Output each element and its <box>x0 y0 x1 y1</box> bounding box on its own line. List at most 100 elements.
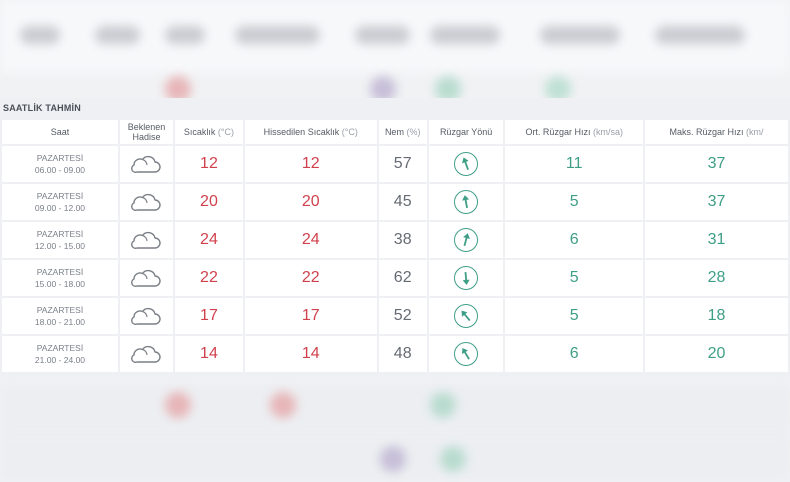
day-label: PAZARTESİ <box>36 153 84 163</box>
blurred-item <box>355 26 410 44</box>
weather-cell <box>119 222 173 258</box>
avg-wind-speed-value: 11 <box>505 146 643 182</box>
max-wind-speed-value: 31 <box>644 222 788 258</box>
blurred-item <box>655 26 745 44</box>
header-hissedilen-unit: (°C) <box>341 127 358 137</box>
feels-like-value: 22 <box>244 260 377 296</box>
header-sicaklik-unit: (°C) <box>217 127 235 137</box>
temperature-value: 12 <box>175 146 243 182</box>
wind-direction-cell <box>428 260 504 296</box>
header-hadise-line1: Beklenen <box>127 122 166 132</box>
cloud-icon <box>120 154 173 174</box>
weather-cell <box>119 336 173 372</box>
max-wind-speed-value: 28 <box>644 260 788 296</box>
header-saat: Saat <box>2 120 118 144</box>
feels-like-value: 24 <box>244 222 377 258</box>
weather-cell <box>119 184 173 220</box>
humidity-value: 52 <box>378 298 427 334</box>
time-range-label: 18.00 - 21.00 <box>34 317 86 327</box>
time-range-label: 06.00 - 09.00 <box>34 165 86 175</box>
wind-direction-cell <box>428 222 504 258</box>
weather-cell <box>119 146 173 182</box>
table-row: PAZARTESİ 21.00 - 24.00 14 14 48 6 20 <box>2 336 788 372</box>
header-nem-unit: (%) <box>406 127 421 137</box>
day-label: PAZARTESİ <box>36 191 84 201</box>
humidity-value: 48 <box>378 336 427 372</box>
time-range-label: 21.00 - 24.00 <box>34 355 86 365</box>
feels-like-value: 12 <box>244 146 377 182</box>
time-cell: PAZARTESİ 21.00 - 24.00 <box>2 336 118 372</box>
avg-wind-speed-value: 6 <box>505 336 643 372</box>
blurred-item <box>380 446 406 472</box>
header-ruzgar-yonu-label: Rüzgar Yönü <box>439 127 493 137</box>
humidity-value: 45 <box>378 184 427 220</box>
cloud-icon <box>120 192 173 212</box>
header-nem: Nem (%) <box>378 120 427 144</box>
section-title: SAATLİK TAHMİN <box>3 103 81 113</box>
temperature-value: 17 <box>175 298 243 334</box>
wind-direction-cell <box>428 146 504 182</box>
weather-cell <box>119 298 173 334</box>
feels-like-value: 20 <box>244 184 377 220</box>
table-row: PAZARTESİ 09.00 - 12.00 20 20 45 5 37 <box>2 184 788 220</box>
header-hissedilen: Hissedilen Sıcaklık (°C) <box>244 120 377 144</box>
header-maks-ruzgar-unit: (km/ <box>746 127 764 137</box>
blurred-item <box>270 392 296 418</box>
blurred-item <box>540 26 620 44</box>
temperature-value: 22 <box>175 260 243 296</box>
header-ort-ruzgar-label: Ort. Rüzgar Hızı <box>525 127 591 137</box>
max-wind-speed-value: 20 <box>644 336 788 372</box>
wind-direction-arrow-icon <box>454 228 479 252</box>
humidity-value: 57 <box>378 146 427 182</box>
header-hadise-line2: Hadise <box>132 132 161 142</box>
time-cell: PAZARTESİ 09.00 - 12.00 <box>2 184 118 220</box>
avg-wind-speed-value: 5 <box>505 260 643 296</box>
day-label: PAZARTESİ <box>36 229 84 239</box>
header-saat-label: Saat <box>50 127 70 137</box>
wind-direction-arrow-icon <box>454 342 479 366</box>
day-label: PAZARTESİ <box>36 343 84 353</box>
blurred-item <box>430 26 500 44</box>
header-ruzgar-yonu: Rüzgar Yönü <box>428 120 504 144</box>
humidity-value: 62 <box>378 260 427 296</box>
feels-like-value: 17 <box>244 298 377 334</box>
time-range-label: 12.00 - 15.00 <box>34 241 86 251</box>
table-row: PAZARTESİ 15.00 - 18.00 22 22 62 5 28 <box>2 260 788 296</box>
blurred-item <box>165 392 191 418</box>
avg-wind-speed-value: 5 <box>505 184 643 220</box>
header-hadise: Beklenen Hadise <box>119 120 173 144</box>
table-header-row: Saat Beklenen Hadise Sıcaklık (°C) Hisse… <box>2 120 788 144</box>
blurred-item <box>95 26 140 44</box>
header-ort-ruzgar-unit: (km/sa) <box>592 127 623 137</box>
blurred-item <box>20 26 60 44</box>
cloud-icon <box>120 306 173 326</box>
wind-direction-arrow-icon <box>454 152 479 176</box>
wind-direction-arrow-icon <box>454 190 479 214</box>
table-row: PAZARTESİ 12.00 - 15.00 24 24 38 6 31 <box>2 222 788 258</box>
time-cell: PAZARTESİ 06.00 - 09.00 <box>2 146 118 182</box>
avg-wind-speed-value: 6 <box>505 222 643 258</box>
table-row: PAZARTESİ 18.00 - 21.00 17 17 52 5 18 <box>2 298 788 334</box>
temperature-value: 14 <box>175 336 243 372</box>
weather-cell <box>119 260 173 296</box>
humidity-value: 38 <box>378 222 427 258</box>
blurred-row <box>0 384 790 432</box>
time-cell: PAZARTESİ 18.00 - 21.00 <box>2 298 118 334</box>
header-maks-ruzgar: Maks. Rüzgar Hızı (km/ <box>644 120 788 144</box>
hourly-forecast-table: Saat Beklenen Hadise Sıcaklık (°C) Hisse… <box>0 118 790 374</box>
avg-wind-speed-value: 5 <box>505 298 643 334</box>
day-label: PAZARTESİ <box>36 267 84 277</box>
header-nem-label: Nem <box>384 127 404 137</box>
header-hissedilen-label: Hissedilen Sıcaklık <box>263 127 340 137</box>
hourly-forecast-panel: SAATLİK TAHMİN Saat Beklenen Hadise Sıca… <box>0 98 790 382</box>
max-wind-speed-value: 18 <box>644 298 788 334</box>
blurred-top-bar <box>0 0 790 72</box>
feels-like-value: 14 <box>244 336 377 372</box>
header-sicaklik-label: Sıcaklık <box>183 127 216 137</box>
blurred-item <box>440 446 466 472</box>
blurred-item <box>235 26 320 44</box>
header-sicaklik: Sıcaklık (°C) <box>175 120 243 144</box>
cloud-icon <box>120 268 173 288</box>
wind-direction-arrow-icon <box>454 266 479 290</box>
max-wind-speed-value: 37 <box>644 146 788 182</box>
